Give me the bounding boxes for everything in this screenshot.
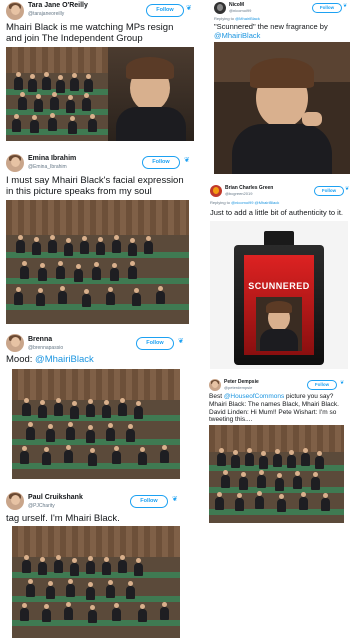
tweet-text: Mhairi Black is me watching MPs resign a… [6,22,174,45]
reply-to-link[interactable]: @MhairiBlack [235,16,260,21]
handle[interactable]: @bcgreen2019 [225,191,252,196]
tweet-tara: Tara Jane O'Reilly @tarajaneoreilly Foll… [4,0,194,145]
avatar[interactable] [210,185,222,197]
tweet-brian: Brian Charles Green @bcgreen2019 Follow … [208,183,350,371]
avatar[interactable] [209,379,221,391]
twitter-bird-icon: ❦ [178,338,184,345]
tweet-text: I must say Mhairi Black's facial express… [6,175,184,198]
reply-context: Replying to @MhairiBlack [214,16,260,21]
follow-button[interactable]: Follow [142,156,180,169]
mention-link[interactable]: @HouseofCommons [224,393,284,400]
follow-button[interactable]: Follow [136,337,174,350]
display-name[interactable]: Brenna [28,336,52,343]
follow-button[interactable]: Follow [312,3,342,13]
avatar[interactable] [6,2,24,20]
tweet-text: tag urself. I'm Mhairi Black. [6,513,120,524]
handle[interactable]: @Emina_Ibrahim [28,164,67,170]
twitter-bird-icon: ❦ [340,380,345,386]
tweet-nicom: NicoM @nicomoi99 Follow ❦ Replying to @M… [212,0,350,178]
follow-button[interactable]: Follow [307,380,337,390]
tweet-photo[interactable] [6,47,194,141]
tweet-peter: Peter Dempsie @peterdempsie Follow ❦ Bes… [207,377,350,527]
twitter-bird-icon: ❦ [184,157,190,164]
twitter-bird-icon: ❦ [343,3,348,9]
tweet-photo[interactable] [12,369,180,479]
handle[interactable]: @tarajaneoreilly [28,11,64,17]
handle[interactable]: @nicomoi99 [229,8,251,13]
handle[interactable]: @peterdempsie [224,385,252,390]
reply-to-link[interactable]: @nicomoi99 @MhairiBlack [231,200,279,205]
reply-context: Replying to @nicomoi99 @MhairiBlack [210,200,280,205]
tweet-text: Just to add a little bit of authenticity… [210,208,343,217]
tweet-photo[interactable] [214,42,350,174]
tweet-emina: Emina Ibrahim @Emina_Ibrahim Follow ❦ I … [4,150,190,328]
tweet-paul: Paul Cruikshank @PJCharity Follow ❦ tag … [4,488,190,640]
avatar[interactable] [6,492,24,510]
tweet-photo[interactable] [209,425,344,523]
display-name[interactable]: Paul Cruikshank [28,494,83,501]
tweet-text: Mood: @MhairiBlack [6,354,94,365]
handle[interactable]: @PJCharity [28,503,55,509]
follow-button[interactable]: Follow [314,186,344,196]
avatar[interactable] [214,2,226,14]
tweet-photo[interactable] [12,526,180,638]
mention-link[interactable]: @MhairiBlack [214,31,260,40]
follow-button[interactable]: Follow [130,495,168,508]
twitter-bird-icon: ❦ [345,186,350,192]
twitter-bird-icon: ❦ [172,496,178,503]
bottle-label: SCUNNERED [248,281,310,291]
tweet-text: "Scunnered" the new fragrance by @MhairiB… [214,22,328,40]
display-name[interactable]: Emina Ibrahim [28,155,76,162]
mention-link[interactable]: @MhairiBlack [35,354,94,365]
display-name[interactable]: Tara Jane O'Reilly [28,2,88,9]
avatar[interactable] [6,334,24,352]
tweet-photo[interactable]: SCUNNERED [210,221,348,369]
handle[interactable]: @brennapassio [28,345,63,351]
follow-button[interactable]: Follow [146,4,184,17]
tweet-text: Best @HouseofCommons picture you say? Mh… [209,393,339,424]
avatar[interactable] [6,154,24,172]
twitter-bird-icon: ❦ [186,5,192,12]
tweet-brenna: Brenna @brennapassio Follow ❦ Mood: @Mha… [4,332,190,482]
tweet-photo[interactable] [6,200,189,324]
